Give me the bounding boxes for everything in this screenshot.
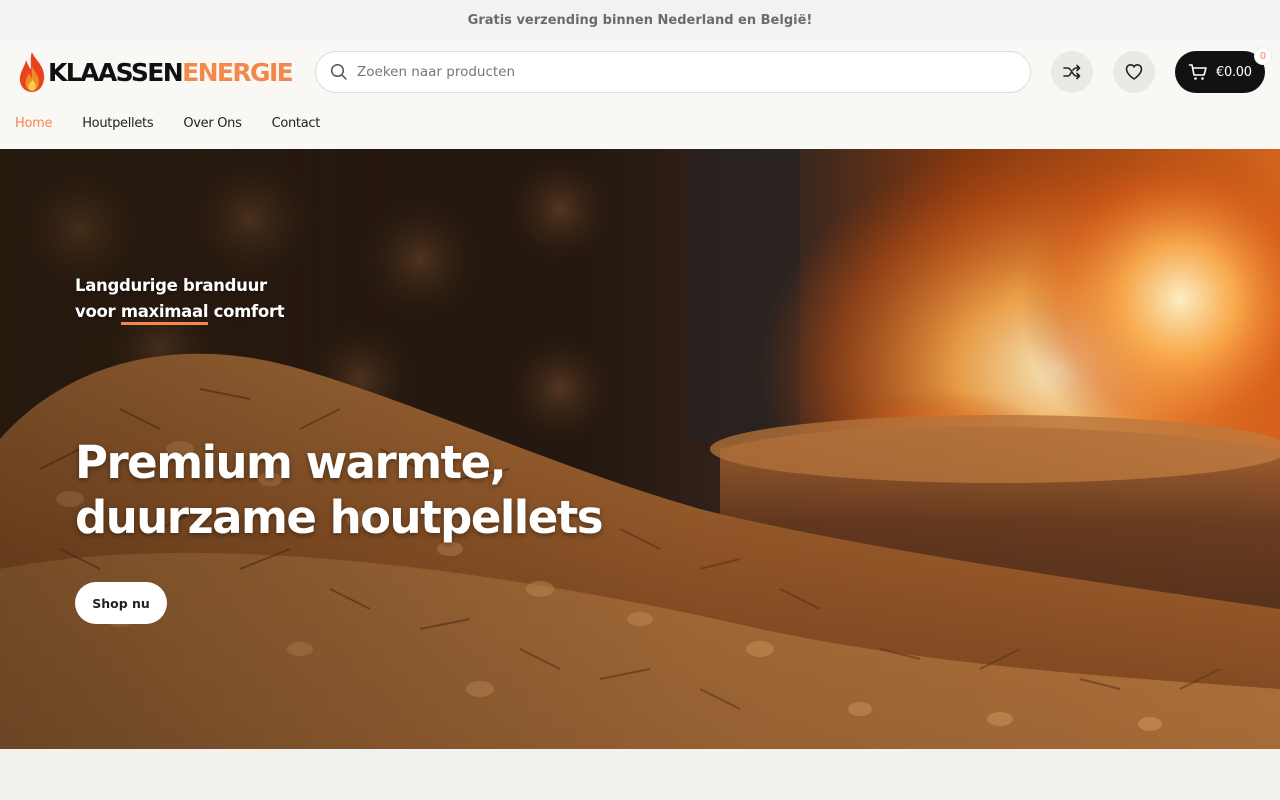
nav-item-over-ons[interactable]: Over Ons [183,116,242,131]
shop-now-button[interactable]: Shop nu [75,582,167,624]
nav-item-home[interactable]: Home [15,116,53,131]
cart-count-badge: 0 [1254,47,1272,65]
cart-total: €0.00 [1216,64,1252,80]
hero-title: Premium warmte, duurzame houtpellets [75,435,604,545]
nav-item-houtpellets[interactable]: Houtpellets [82,116,153,131]
search-icon [330,63,347,80]
hero-subtitle-line1: Langdurige branduur [75,276,267,295]
logo-wordmark: KLAASSENENERGIE [48,57,294,87]
cart-button[interactable]: €0.00 [1175,51,1265,93]
announcement-bar: Gratis verzending binnen Nederland en Be… [0,0,1280,40]
flame-logo-icon [19,52,45,92]
search-bar[interactable] [315,51,1031,93]
hero-subtitle-line2: voor maximaal comfort [75,299,285,325]
hero-subtitle: Langdurige branduur voor maximaal comfor… [75,273,285,325]
compare-button[interactable] [1051,51,1093,93]
hero-banner: Langdurige branduur voor maximaal comfor… [0,149,1280,749]
shuffle-icon [1063,64,1081,80]
hero-subtitle-highlight: maximaal [120,302,208,325]
announcement-text: Gratis verzending binnen Nederland en Be… [467,12,813,28]
search-input[interactable] [357,64,997,80]
logo-text-part1: KLAASSEN [48,57,184,87]
cart-icon [1188,64,1207,80]
heart-icon [1125,64,1143,80]
logo-text-part2: ENERGIE [182,57,294,87]
main-nav: Home Houtpellets Over Ons Contact [15,116,350,131]
hero-title-line2: duurzame houtpellets [75,491,604,544]
hero-subtitle-pre: voor [75,302,116,321]
hero-subtitle-post: comfort [213,302,285,321]
nav-item-contact[interactable]: Contact [272,116,321,131]
hero-title-line1: Premium warmte, [75,436,507,489]
wishlist-button[interactable] [1113,51,1155,93]
site-logo[interactable]: KLAASSENENERGIE [16,50,294,94]
page-section-below [0,749,1280,800]
site-header: KLAASSENENERGIE €0.00 0 Home [0,40,1280,149]
